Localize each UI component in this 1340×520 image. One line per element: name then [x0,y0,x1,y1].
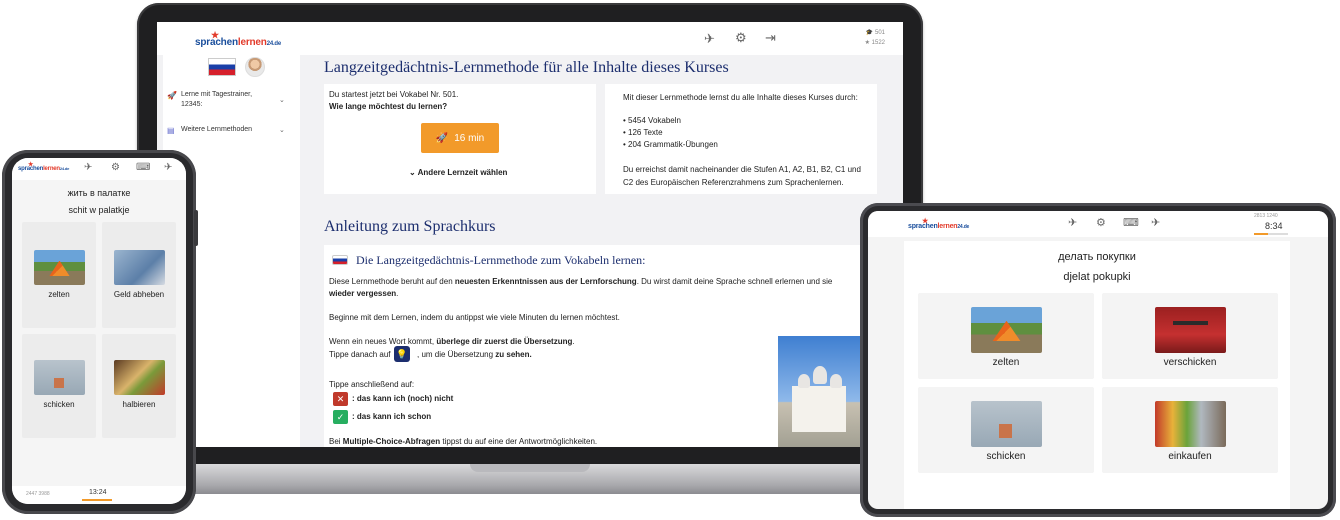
logo-star-icon: ★ [211,30,219,40]
mailbox-image [1155,307,1226,353]
laptop-screen: ★ sprachenlernen24.de ✈ ⚙ ⇥ 🎓 501 ★ 1522… [157,22,903,447]
keyboard-icon[interactable]: ⌨ [1123,216,1139,229]
phone-stats: 2447 3988 [26,491,50,497]
star-icon: ★ [864,40,870,46]
rocket-icon: 🚀 [167,91,177,100]
site-logo[interactable]: ★ sprachenlernen24.de [18,162,69,172]
tablet-top-bar: ★ sprachenlernen24.de ✈ ⚙ ⌨ ✈ 2813 1240 … [868,211,1328,237]
instructions-p3: Wenn ein neues Wort kommt, überlege dir … [329,337,575,346]
mute-icon[interactable]: ✈ [1151,216,1160,229]
send-image [34,360,85,395]
phone-status-bar: 2447 3988 13:24 [12,486,186,504]
duration-question: Wie lange möchtest du lernen? [329,102,448,111]
instructions-heading: Die Langzeitgedächtnis-Lernmethode zum V… [356,253,646,267]
question-transliteration: djelat pokupki [1063,271,1131,283]
page-title: Langzeitgedächtnis-Lernmethode für alle … [324,59,729,76]
avatar[interactable] [245,57,265,77]
russian-flag-icon [332,255,348,265]
gear-icon[interactable]: ⚙ [1096,216,1106,229]
info-outro-2: C2 des Europäischen Referenzrahmens zum … [623,178,844,187]
answer-tile-schicken[interactable]: schicken [918,387,1094,473]
timer-progress [82,499,112,501]
sidebar-item-tagestrainer[interactable]: 🚀 Lerne mit Tagestrainer, 12345: ⌄ [167,90,297,114]
mute-icon[interactable]: ✈ [164,162,172,173]
tablet-stats: 2813 1240 [1254,213,1278,219]
monastery-image [778,336,860,447]
russian-flag-icon[interactable] [208,58,236,76]
phone-screen: ★ sprachenlernen24.de ✈ ⚙ ⌨ ✈ жить в пал… [12,158,186,504]
instructions-p1: Diese Lernmethode beruht auf den neueste… [329,277,833,286]
logo-star-icon: ★ [922,218,929,225]
instructions-p1-cont: wieder vergessen. [329,289,399,298]
chevron-down-icon: ⌄ [279,97,285,104]
answer-tile-halbieren[interactable]: halbieren [102,334,176,438]
start-card: Du startest jetzt bei Vokabel Nr. 501. W… [324,84,596,194]
answer-tile-verschicken[interactable]: verschicken [1102,293,1278,379]
stats: 🎓 501 ★ 1522 [864,30,885,46]
chevron-down-icon: ⌄ [279,127,285,134]
yes-icon: ✓ [333,410,348,424]
start-16min-button[interactable]: 🚀 16 min [421,123,499,153]
answer-tile-geld-abheben[interactable]: Geld abheben [102,222,176,328]
info-outro-1: Du erreichst damit nacheinander die Stuf… [623,165,861,174]
cap-icon: 🎓 [865,30,874,36]
site-logo[interactable]: ★ sprachenlernen24.de [908,218,969,230]
rocket-icon: 🚀 [435,132,449,144]
tablet-timer: 8:34 [1265,221,1283,231]
gear-icon[interactable]: ⚙ [735,30,747,46]
other-duration-link[interactable]: ⌄ Andere Lernzeit wählen [409,167,507,179]
top-bar: ★ sprachenlernen24.de ✈ ⚙ ⇥ 🎓 501 ★ 1522 [157,22,903,55]
info-intro: Mit dieser Lernmethode lernst du alle In… [623,93,858,102]
laptop-notch [470,464,590,472]
no-sound-icon[interactable]: ✈ [1068,216,1077,229]
bullet-grammatik: • 204 Grammatik-Übungen [623,140,718,149]
course-info-card: Mit dieser Lernmethode lernst du alle In… [605,84,877,194]
instructions-p2: Beginne mit dem Lernen, indem du antipps… [329,313,620,322]
logout-icon[interactable]: ⇥ [765,30,776,46]
keyboard-icon[interactable]: ⌨ [136,162,150,173]
quiz-card: делать покупки djelat pokupki zelten ver… [904,241,1290,509]
question-transliteration: schit w palatkje [68,205,130,215]
send-image [971,401,1042,447]
site-logo[interactable]: ★ sprachenlernen24.de [195,30,281,48]
answer-tile-schicken[interactable]: schicken [22,334,96,438]
phone-side-button [194,210,198,246]
chevron-down-icon: ⌄ [409,168,416,177]
timer-track [1254,233,1288,235]
answer-tile-einkaufen[interactable]: einkaufen [1102,387,1278,473]
halve-image [114,360,165,395]
no-icon: ✕ [333,392,348,406]
gear-icon[interactable]: ⚙ [111,162,120,173]
tent-image [971,307,1042,353]
tablet-screen: ★ sprachenlernen24.de ✈ ⚙ ⌨ ✈ 2813 1240 … [868,211,1328,509]
question-word: делать покупки [1058,251,1136,263]
bullet-vokabeln: • 5454 Vokabeln [623,116,681,125]
lightbulb-icon: 💡 [394,346,410,362]
question-word: жить в палатке [67,188,131,198]
timer-progress [1254,233,1268,235]
atm-image [114,250,165,285]
instructions-card: Die Langzeitgedächtnis-Lernmethode zum V… [324,245,903,447]
bullet-texte: • 126 Texte [623,128,663,137]
instructions-p4: Tippe danach auf , um die Übersetzung zu… [329,350,532,359]
answer-tile-zelten[interactable]: zelten [22,222,96,328]
answer-tile-zelten[interactable]: zelten [918,293,1094,379]
sidebar-item-lernmethoden[interactable]: ▤ Weitere Lernmethoden ⌄ [167,125,297,137]
section-title: Anleitung zum Sprachkurs [324,218,496,235]
logo-star-icon: ★ [28,162,34,168]
instructions-p6: Bei Multiple-Choice-Abfragen tippst du a… [329,437,598,446]
yes-explanation: : das kann ich schon [352,412,432,421]
grocery-image [1155,401,1226,447]
no-explanation: : das kann ich (noch) nicht [352,394,454,403]
no-sound-icon[interactable]: ✈ [704,31,715,47]
phone-top-bar: ★ sprachenlernen24.de ✈ ⚙ ⌨ ✈ [12,158,186,180]
list-icon: ▤ [167,126,175,135]
instructions-p5: Tippe anschließend auf: [329,380,415,389]
no-sound-icon[interactable]: ✈ [84,162,92,173]
phone-timer: 13:24 [89,489,107,496]
start-text: Du startest jetzt bei Vokabel Nr. 501. [329,90,459,99]
tent-image [34,250,85,285]
